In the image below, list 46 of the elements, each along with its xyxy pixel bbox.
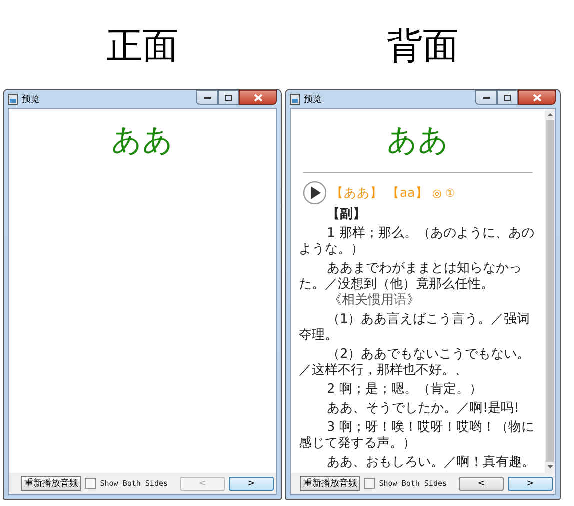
definition-text: 1 那样；那么。（あのように、あのような。）	[299, 226, 536, 258]
replay-audio-button[interactable]: 重新播放音频	[21, 476, 82, 491]
scroll-up-icon[interactable]	[546, 113, 554, 117]
close-button[interactable]	[239, 90, 277, 105]
definition-text: ／这样不行，那样也不好。、	[299, 363, 469, 379]
window-title: 预览	[304, 94, 322, 106]
checkbox[interactable]	[85, 478, 96, 489]
checkbox[interactable]	[364, 478, 376, 489]
maximize-icon	[224, 94, 233, 102]
definition-text: 2 啊；是；嗯。（肯定。）	[326, 382, 484, 398]
definition-text: ああ、そうでしたか。／啊!是吗!	[326, 401, 520, 417]
scroll-down-icon[interactable]	[546, 465, 554, 469]
definition-text: ああ、おもしろい。／啊！真有趣。	[326, 455, 536, 471]
minimize-button[interactable]	[196, 90, 218, 105]
scrollbar-thumb[interactable]	[546, 120, 554, 462]
scrollbar[interactable]	[545, 109, 555, 473]
window-title: 预览	[22, 94, 40, 106]
next-button[interactable]: >	[229, 476, 274, 490]
headword: ああ	[110, 123, 174, 159]
minimize-button[interactable]	[475, 90, 497, 105]
close-button[interactable]	[518, 90, 556, 105]
definition-text: （1）ああ言えばこう言う。／强词夺理。	[299, 312, 532, 344]
close-icon	[532, 94, 542, 102]
close-icon	[254, 94, 262, 102]
definition-text: 《相关惯用语》	[328, 293, 421, 309]
definition-text: （2）ああでもないこうでもない。	[326, 347, 532, 363]
definition-text: 【副】	[326, 207, 367, 223]
romaji-text: 【aa】	[387, 184, 428, 202]
definition-text: ああまでわがままとは知らなかった。／没想到（他）竟那么任性。	[299, 261, 523, 293]
play-icon[interactable]	[303, 181, 327, 205]
next-button[interactable]: >	[508, 476, 553, 490]
app-icon	[8, 94, 18, 104]
previous-button[interactable]: <	[459, 476, 504, 490]
minimize-icon	[482, 96, 490, 100]
maximize-icon	[503, 94, 512, 102]
maximize-button[interactable]	[218, 90, 239, 105]
minimize-icon	[202, 96, 212, 100]
replay-audio-button[interactable]: 重新播放音频	[300, 476, 360, 491]
panel-heading: 背面	[386, 25, 460, 69]
reading-text: 【ああ】	[331, 184, 383, 202]
headword: ああ	[386, 123, 450, 159]
definition-text: 3 啊；呀！唉！哎呀！哎哟！（物に感じて発する声。）	[299, 420, 536, 452]
app-icon	[290, 94, 300, 104]
accent-marks: ◎ ①	[432, 186, 456, 200]
maximize-button[interactable]	[497, 90, 518, 105]
panel-heading: 正面	[106, 25, 180, 69]
